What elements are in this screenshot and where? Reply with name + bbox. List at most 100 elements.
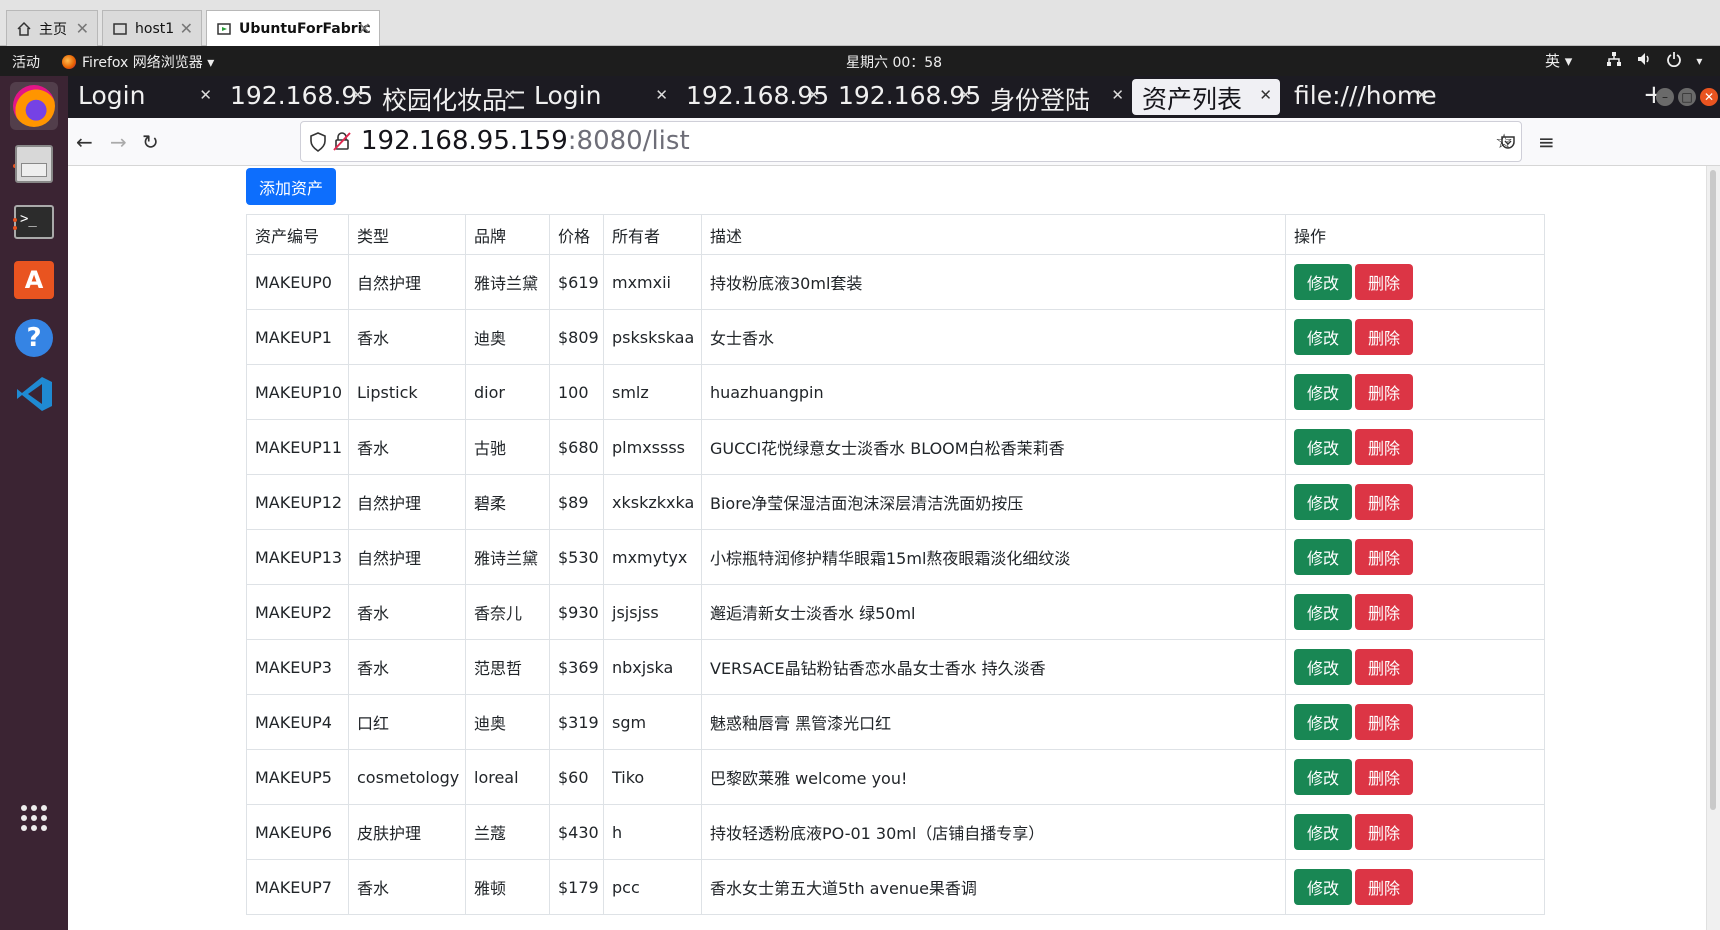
delete-button[interactable]: 删除 xyxy=(1355,319,1413,355)
dock: >_ A ? xyxy=(0,76,68,930)
file-cabinet-icon xyxy=(15,145,53,183)
cell-owner: pskskskaa xyxy=(603,309,702,365)
network-icon[interactable] xyxy=(1606,51,1622,71)
reload-icon[interactable]: ↻ xyxy=(142,130,159,154)
ff-tab-1[interactable]: Login ✕ xyxy=(68,76,220,118)
close-icon[interactable]: ✕ xyxy=(959,86,972,104)
volume-icon[interactable] xyxy=(1636,51,1652,71)
edit-button[interactable]: 修改 xyxy=(1294,429,1352,465)
ff-tab-9[interactable]: file:///home ✕ xyxy=(1284,76,1436,118)
delete-button[interactable]: 删除 xyxy=(1355,759,1413,795)
delete-button[interactable]: 删除 xyxy=(1355,264,1413,300)
delete-button[interactable]: 删除 xyxy=(1355,704,1413,740)
back-arrow-icon[interactable]: ← xyxy=(76,130,93,154)
close-icon[interactable]: ✕ xyxy=(180,19,193,38)
ff-tab-7[interactable]: 身份登陆 ✕ xyxy=(980,76,1132,118)
hamburger-menu-icon[interactable]: ≡ xyxy=(1538,130,1555,154)
close-icon[interactable]: ✕ xyxy=(1259,86,1272,104)
vm-tab-host1[interactable]: host1 ✕ xyxy=(102,10,202,46)
cell-id: MAKEUP4 xyxy=(246,694,349,750)
cell-desc: GUCCI花悦绿意女士淡香水 BLOOM白松香茉莉香 xyxy=(701,419,1286,475)
insecure-lock-icon[interactable] xyxy=(333,131,351,155)
url-bar[interactable]: 192.168.95.159:8080/list ☆ xyxy=(300,121,1522,162)
ff-tab-4[interactable]: Login ✕ xyxy=(524,76,676,118)
ff-tab-2[interactable]: 192.168.95. ✕ xyxy=(220,76,372,118)
ff-tab-active[interactable]: 资产列表 ✕ xyxy=(1132,79,1280,115)
close-icon[interactable]: ✕ xyxy=(503,86,516,104)
close-icon[interactable]: ✕ xyxy=(1111,86,1124,104)
close-icon[interactable]: ✕ xyxy=(199,86,212,104)
cell-id: MAKEUP12 xyxy=(246,474,349,530)
activities-button[interactable]: 活动 xyxy=(12,52,40,72)
dock-help[interactable]: ? xyxy=(10,314,58,362)
dock-software[interactable]: A xyxy=(10,256,58,304)
forward-arrow-icon[interactable]: → xyxy=(110,130,127,154)
edit-button[interactable]: 修改 xyxy=(1294,759,1352,795)
firefox-nav-bar: ← → ↻ 192.168.95.159:8080/list ☆ ≡ xyxy=(68,118,1720,166)
ff-tab-label: 身份登陆 xyxy=(990,86,1091,115)
close-icon[interactable]: ✕ xyxy=(351,86,364,104)
close-icon[interactable]: ✕ xyxy=(1415,86,1428,104)
column-header: 描述 xyxy=(701,214,1286,255)
edit-button[interactable]: 修改 xyxy=(1294,319,1352,355)
minimize-icon[interactable]: – xyxy=(1656,88,1674,106)
ff-tab-6[interactable]: 192.168.95. ✕ xyxy=(828,76,980,118)
chevron-down-icon[interactable]: ▾ xyxy=(1696,54,1702,68)
pocket-icon[interactable] xyxy=(1500,131,1516,155)
column-header: 价格 xyxy=(549,214,604,255)
cell-price: $930 xyxy=(549,584,604,640)
delete-button[interactable]: 删除 xyxy=(1355,429,1413,465)
dock-firefox[interactable] xyxy=(10,82,58,130)
clock[interactable]: 星期六 00：58 xyxy=(846,52,942,72)
app-menu[interactable]: Firefox 网络浏览器 ▾ xyxy=(62,52,214,72)
delete-button[interactable]: 删除 xyxy=(1355,594,1413,630)
cell-price: $179 xyxy=(549,859,604,915)
edit-button[interactable]: 修改 xyxy=(1294,539,1352,575)
ff-tab-5[interactable]: 192.168.95. ✕ xyxy=(676,76,828,118)
vm-tab-ubuntu[interactable]: UbuntuForFabric ✕ xyxy=(206,10,380,46)
close-icon[interactable]: ✕ xyxy=(76,19,89,38)
close-icon[interactable]: ✕ xyxy=(358,19,371,38)
cell-actions: 修改 删除 xyxy=(1285,749,1545,805)
scrollbar-thumb[interactable] xyxy=(1710,170,1716,810)
close-icon[interactable]: ✕ xyxy=(655,86,668,104)
delete-button[interactable]: 删除 xyxy=(1355,539,1413,575)
dock-files[interactable] xyxy=(10,140,58,188)
dock-app-grid[interactable] xyxy=(10,796,58,844)
page-content: 添加资产 资产编号 类型 品牌 价格 所有者 描述 操作 MAKEUP0 自然护理… xyxy=(68,166,1720,930)
url-text[interactable]: 192.168.95.159:8080/list xyxy=(361,126,690,156)
cell-type: 香水 xyxy=(348,859,466,915)
delete-button[interactable]: 删除 xyxy=(1355,814,1413,850)
maximize-icon[interactable]: □ xyxy=(1678,88,1696,106)
add-asset-button[interactable]: 添加资产 xyxy=(246,168,336,205)
edit-button[interactable]: 修改 xyxy=(1294,869,1352,905)
edit-button[interactable]: 修改 xyxy=(1294,484,1352,520)
delete-button[interactable]: 删除 xyxy=(1355,869,1413,905)
page-scrollbar[interactable] xyxy=(1706,166,1720,930)
cell-price: $369 xyxy=(549,639,604,695)
delete-button[interactable]: 删除 xyxy=(1355,374,1413,410)
close-window-icon[interactable]: ✕ xyxy=(1700,88,1718,106)
delete-button[interactable]: 删除 xyxy=(1355,649,1413,685)
vm-tab-home[interactable]: 主页 ✕ xyxy=(6,10,98,46)
edit-button[interactable]: 修改 xyxy=(1294,704,1352,740)
close-icon[interactable]: ✕ xyxy=(807,86,820,104)
cell-owner: plmxssss xyxy=(603,419,702,475)
edit-button[interactable]: 修改 xyxy=(1294,594,1352,630)
ff-tab-3[interactable]: 校园化妆品二 ✕ xyxy=(372,76,524,118)
edit-button[interactable]: 修改 xyxy=(1294,374,1352,410)
shield-icon[interactable] xyxy=(309,132,327,156)
dock-vscode[interactable] xyxy=(10,372,58,420)
edit-button[interactable]: 修改 xyxy=(1294,264,1352,300)
system-tray[interactable]: 英 ▾ ▾ xyxy=(1545,50,1702,71)
cell-brand: 兰蔻 xyxy=(465,804,550,860)
edit-button[interactable]: 修改 xyxy=(1294,814,1352,850)
table-row: MAKEUP4 口红 迪奥 $319 sgm 魅惑釉唇膏 黑管漆光口红 修改 删除 xyxy=(246,694,1545,750)
power-icon[interactable] xyxy=(1666,51,1682,71)
home-icon xyxy=(15,20,33,38)
edit-button[interactable]: 修改 xyxy=(1294,649,1352,685)
input-method-indicator[interactable]: 英 ▾ xyxy=(1545,50,1572,71)
cell-owner: mxmxii xyxy=(603,254,702,310)
delete-button[interactable]: 删除 xyxy=(1355,484,1413,520)
dock-terminal[interactable]: >_ xyxy=(10,198,58,246)
